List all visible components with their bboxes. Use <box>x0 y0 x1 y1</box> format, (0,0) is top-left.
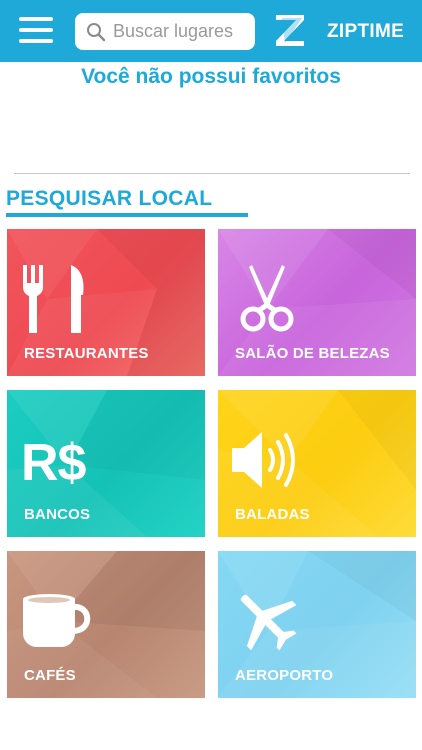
menu-line <box>19 28 53 32</box>
section-title-underline <box>6 213 248 217</box>
category-tile-salao-de-belezas[interactable]: SALÃO DE BELEZAS <box>218 229 416 376</box>
currency-real-icon: R$ <box>21 434 86 492</box>
ziptime-z-logo-icon <box>276 15 304 46</box>
coffee-cup-icon <box>23 594 91 647</box>
category-tile-restaurantes[interactable]: RESTAURANTES <box>7 229 205 376</box>
divider <box>14 173 410 174</box>
category-label: BANCOS <box>24 506 91 523</box>
airplane-icon <box>240 594 297 651</box>
category-tile-bancos[interactable]: R$ BANCOS <box>7 390 205 537</box>
category-tile-baladas[interactable]: BALADAS <box>218 390 416 537</box>
menu-line <box>19 39 53 43</box>
search-input[interactable] <box>113 17 251 46</box>
hamburger-menu-icon[interactable] <box>19 15 53 45</box>
speaker-volume-icon <box>232 432 295 488</box>
category-label: SALÃO DE BELEZAS <box>235 345 390 362</box>
menu-line <box>19 17 53 21</box>
category-label: AEROPORTO <box>235 667 334 684</box>
category-tile-cafes[interactable]: CAFÉS <box>7 551 205 698</box>
category-tile-aeroporto[interactable]: AEROPORTO <box>218 551 416 698</box>
section-title: PESQUISAR LOCAL <box>6 187 213 210</box>
scissors-icon <box>240 265 294 332</box>
category-label: BALADAS <box>235 506 310 523</box>
search-box[interactable] <box>75 13 255 50</box>
fork-knife-icon <box>23 265 84 333</box>
top-bar: ZIPTIME <box>0 0 422 62</box>
category-label: CAFÉS <box>24 667 76 684</box>
category-label: RESTAURANTES <box>24 345 149 362</box>
logo-text: ZIPTIME <box>327 21 405 42</box>
search-icon <box>87 23 106 42</box>
empty-favorites-message: Você não possui favoritos <box>81 65 341 88</box>
